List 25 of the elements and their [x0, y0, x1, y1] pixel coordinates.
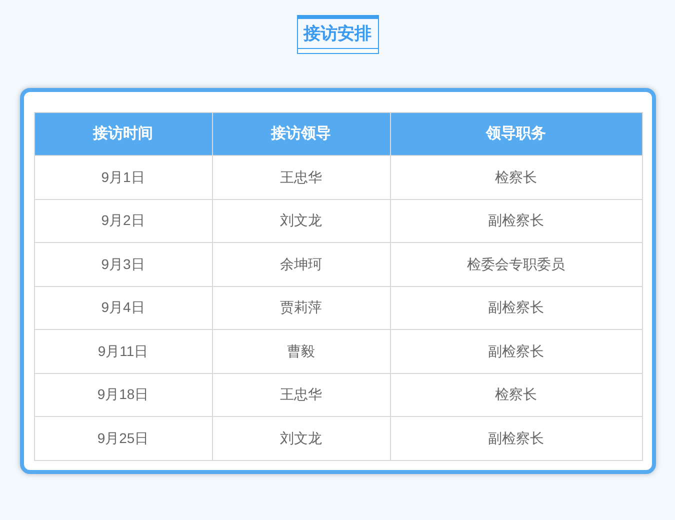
table-cell: 副检察长	[390, 330, 642, 373]
table-cell: 检察长	[390, 156, 642, 199]
column-header: 领导职务	[390, 112, 642, 156]
table-cell: 副检察长	[390, 199, 642, 242]
table-cell: 9月25日	[34, 416, 212, 460]
column-header: 接访领导	[212, 112, 390, 156]
column-header: 接访时间	[34, 112, 212, 156]
table-cell: 9月1日	[34, 156, 212, 199]
table-cell: 检委会专职委员	[390, 242, 642, 286]
table-cell: 余坤珂	[212, 242, 390, 286]
table-cell: 9月2日	[34, 199, 212, 242]
table-cell: 贾莉萍	[212, 286, 390, 330]
table-cell: 9月4日	[34, 286, 212, 330]
table-cell: 检察长	[390, 373, 642, 416]
section-title: 接访安排	[296, 15, 378, 54]
table-cell: 9月11日	[34, 330, 212, 373]
table-cell: 王忠华	[212, 156, 390, 199]
table-cell: 曹毅	[212, 330, 390, 373]
table-cell: 王忠华	[212, 373, 390, 416]
table-cell: 9月3日	[34, 242, 212, 286]
table-cell: 9月18日	[34, 373, 212, 416]
table-cell: 副检察长	[390, 416, 642, 460]
table-cell: 副检察长	[390, 286, 642, 330]
table-cell: 刘文龙	[212, 199, 390, 242]
table-cell: 刘文龙	[212, 416, 390, 460]
